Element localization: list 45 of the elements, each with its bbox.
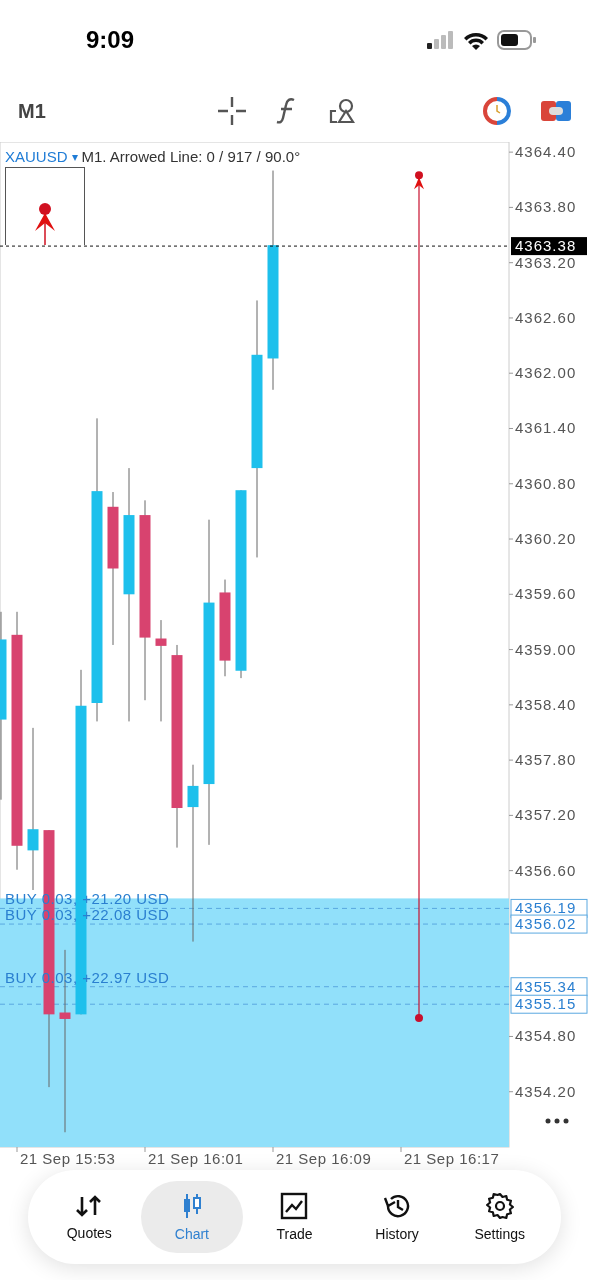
axis-label: 4361.40 xyxy=(515,419,577,437)
axis-label: 4362.60 xyxy=(515,308,577,326)
axis-label: 4357.80 xyxy=(515,751,577,769)
axis-label: 4363.20 xyxy=(515,253,577,271)
tab[interactable]: History xyxy=(345,1181,449,1253)
clock: 9:09 xyxy=(86,26,135,54)
tab[interactable]: Chart xyxy=(140,1181,244,1253)
timeframe-button[interactable]: M1 xyxy=(18,99,218,123)
axis-label: 4360.20 xyxy=(515,530,577,548)
axis-label: 4356.60 xyxy=(515,861,577,879)
axis-label: 4359.00 xyxy=(515,640,577,658)
wifi-icon xyxy=(463,30,489,50)
price-tag: 4355.34 xyxy=(510,977,588,997)
more-icon[interactable] xyxy=(545,1118,569,1124)
price-tag: 4363.38 xyxy=(511,237,587,256)
signal-icon xyxy=(427,31,455,49)
axis-label: 21 Sep 16:09 xyxy=(276,1150,372,1167)
axis-label: 21 Sep 15:53 xyxy=(20,1150,116,1167)
axis-label: 4354.20 xyxy=(515,1082,577,1100)
tab[interactable]: Settings xyxy=(448,1181,551,1253)
settings-icon xyxy=(485,1192,514,1220)
axis-label: 21 Sep 16:17 xyxy=(404,1150,500,1167)
crosshair-icon[interactable] xyxy=(218,97,246,125)
axis-label: 4359.60 xyxy=(515,585,577,603)
shapes-icon[interactable] xyxy=(328,97,356,125)
price-tag: 4356.02 xyxy=(510,914,588,934)
axis-label: 4362.00 xyxy=(515,364,577,382)
axis-label: 4360.80 xyxy=(515,474,577,492)
toggle-icon[interactable] xyxy=(541,99,571,123)
axis-label: 4364.40 xyxy=(515,143,577,161)
axis-label: 4357.20 xyxy=(515,806,577,824)
tab[interactable]: Trade xyxy=(243,1181,346,1253)
dropdown-caret[interactable]: ▾ xyxy=(71,149,78,164)
clock-icon[interactable] xyxy=(483,97,511,125)
tab[interactable]: Quotes xyxy=(38,1181,141,1253)
line-chart-icon xyxy=(280,1192,309,1220)
axis-label: 4354.80 xyxy=(515,1027,577,1045)
axis-label: 4358.40 xyxy=(515,695,577,713)
battery-icon xyxy=(497,30,537,50)
axis-label: 21 Sep 16:01 xyxy=(148,1150,244,1167)
symbol-selector[interactable]: XAUUSD xyxy=(5,148,68,165)
arrow-marker-icon xyxy=(33,201,57,245)
axis-label: 4363.80 xyxy=(515,198,577,216)
object-info: M1. Arrowed Line: 0 / 917 / 90.0° xyxy=(81,148,301,165)
price-tag: 4355.15 xyxy=(510,994,588,1014)
